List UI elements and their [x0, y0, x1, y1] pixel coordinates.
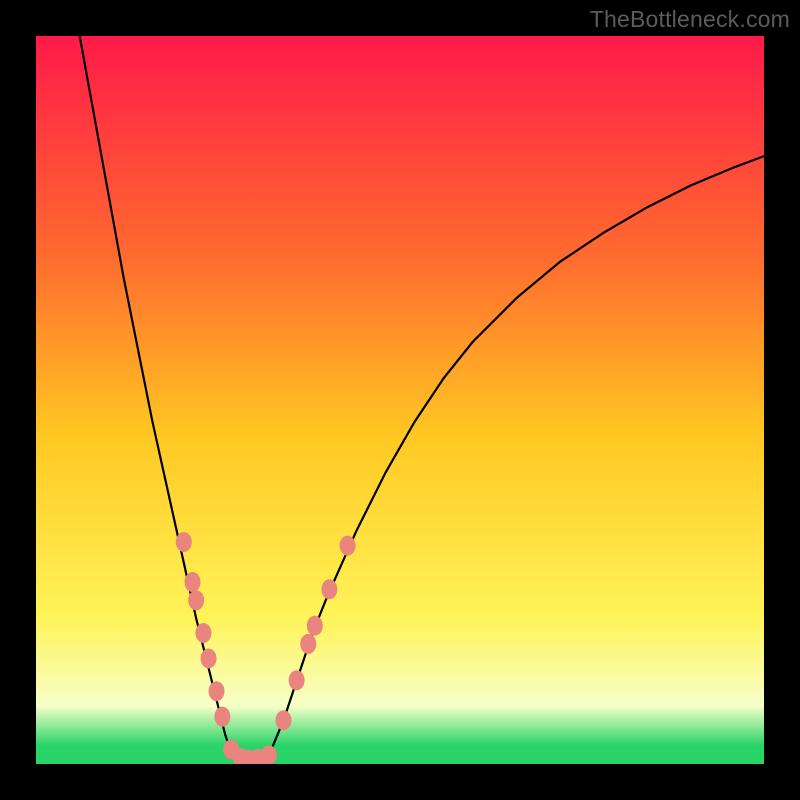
sample-point [176, 532, 192, 552]
sample-point [201, 648, 217, 668]
chart-svg [36, 36, 764, 764]
sample-point [300, 634, 316, 654]
chart-frame: TheBottleneck.com [0, 0, 800, 800]
sample-point [188, 590, 204, 610]
sample-point [209, 681, 225, 701]
sample-point [321, 579, 337, 599]
sample-point [276, 710, 292, 730]
gradient-background [36, 36, 764, 764]
sample-point [289, 670, 305, 690]
plot-area [36, 36, 764, 764]
sample-point [185, 572, 201, 592]
sample-point [340, 536, 356, 556]
sample-point [195, 623, 211, 643]
watermark-text: TheBottleneck.com [590, 6, 790, 33]
sample-point [307, 616, 323, 636]
sample-point [214, 707, 230, 727]
